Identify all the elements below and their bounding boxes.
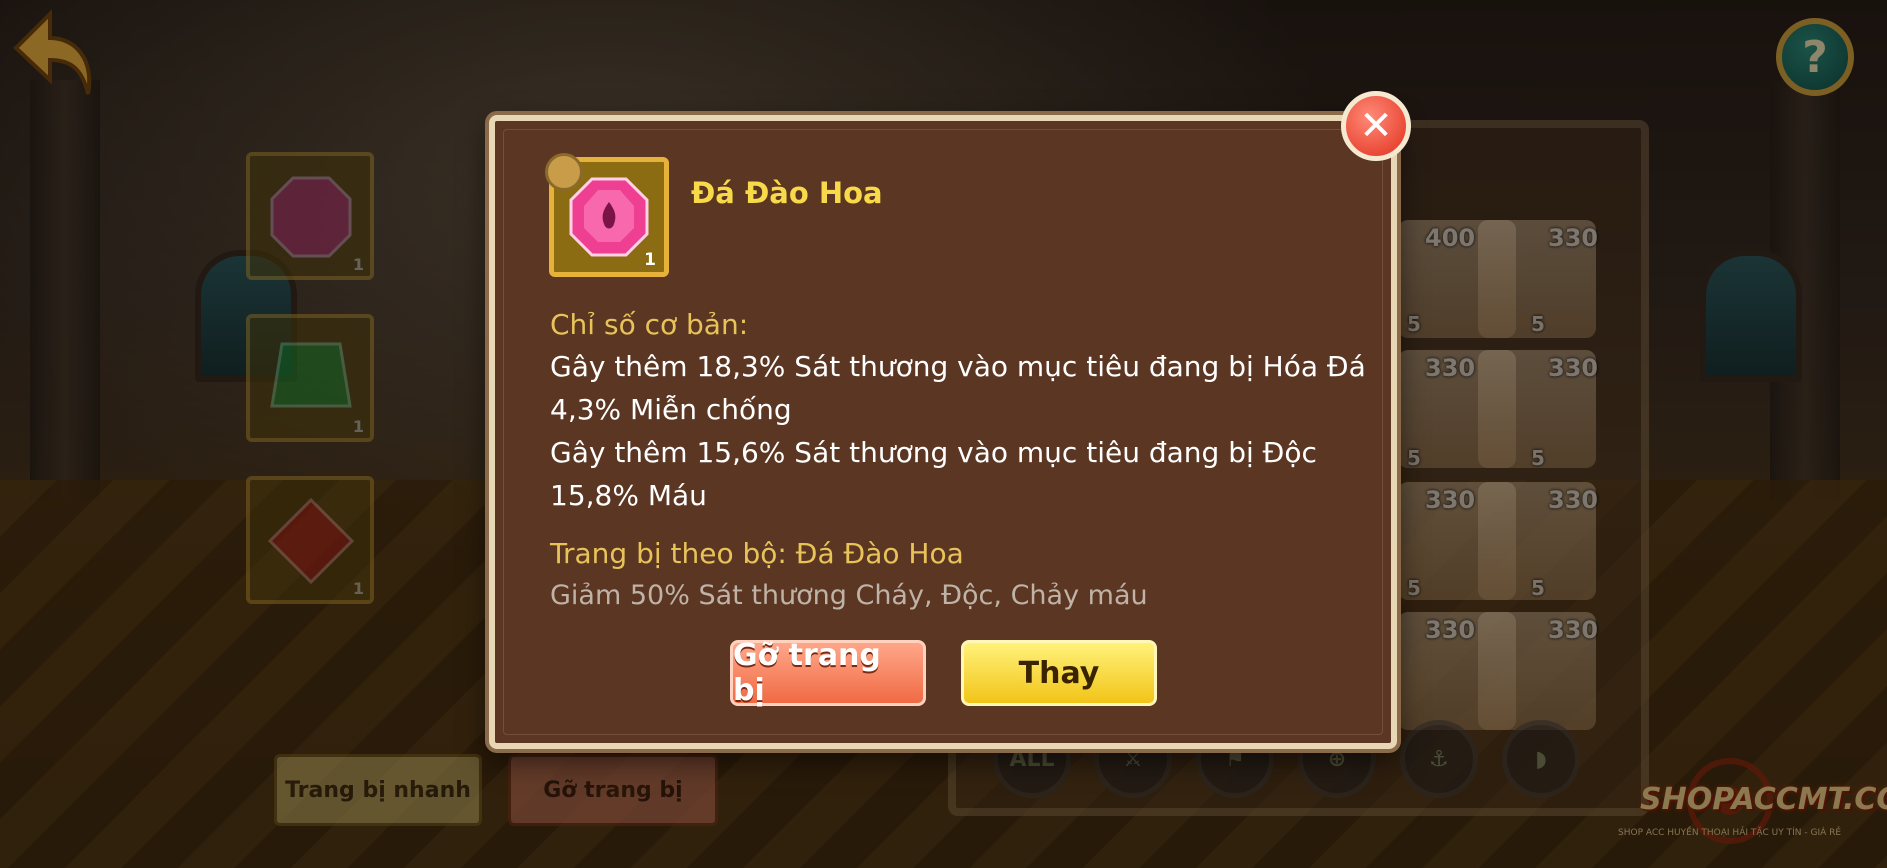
unequip-button[interactable]: Gỡ trang bị <box>730 638 926 708</box>
unequip-label: Gỡ trang bị <box>733 638 881 708</box>
item-count: 1 <box>644 250 656 270</box>
set-heading: Trang bị theo bộ: Đá Đào Hoa <box>550 537 964 570</box>
pink-gem-icon <box>569 177 649 257</box>
replace-label: Thay <box>1018 655 1100 691</box>
stat-line: Gây thêm 15,6% Sát thương vào mục tiêu đ… <box>550 436 1317 469</box>
item-name: Đá Đào Hoa <box>691 176 883 210</box>
stat-line: 4,3% Miễn chống <box>550 393 792 426</box>
close-button[interactable]: ✕ <box>1341 91 1411 161</box>
stat-line: 15,8% Máu <box>550 479 707 512</box>
replace-button[interactable]: Thay <box>961 640 1157 706</box>
base-stats-heading: Chỉ số cơ bản: <box>550 308 749 341</box>
set-description: Giảm 50% Sát thương Cháy, Độc, Chảy máu <box>550 580 1148 611</box>
close-icon: ✕ <box>1359 103 1393 149</box>
stat-line: Gây thêm 18,3% Sát thương vào mục tiêu đ… <box>550 350 1366 383</box>
sword-badge-icon <box>545 153 583 191</box>
